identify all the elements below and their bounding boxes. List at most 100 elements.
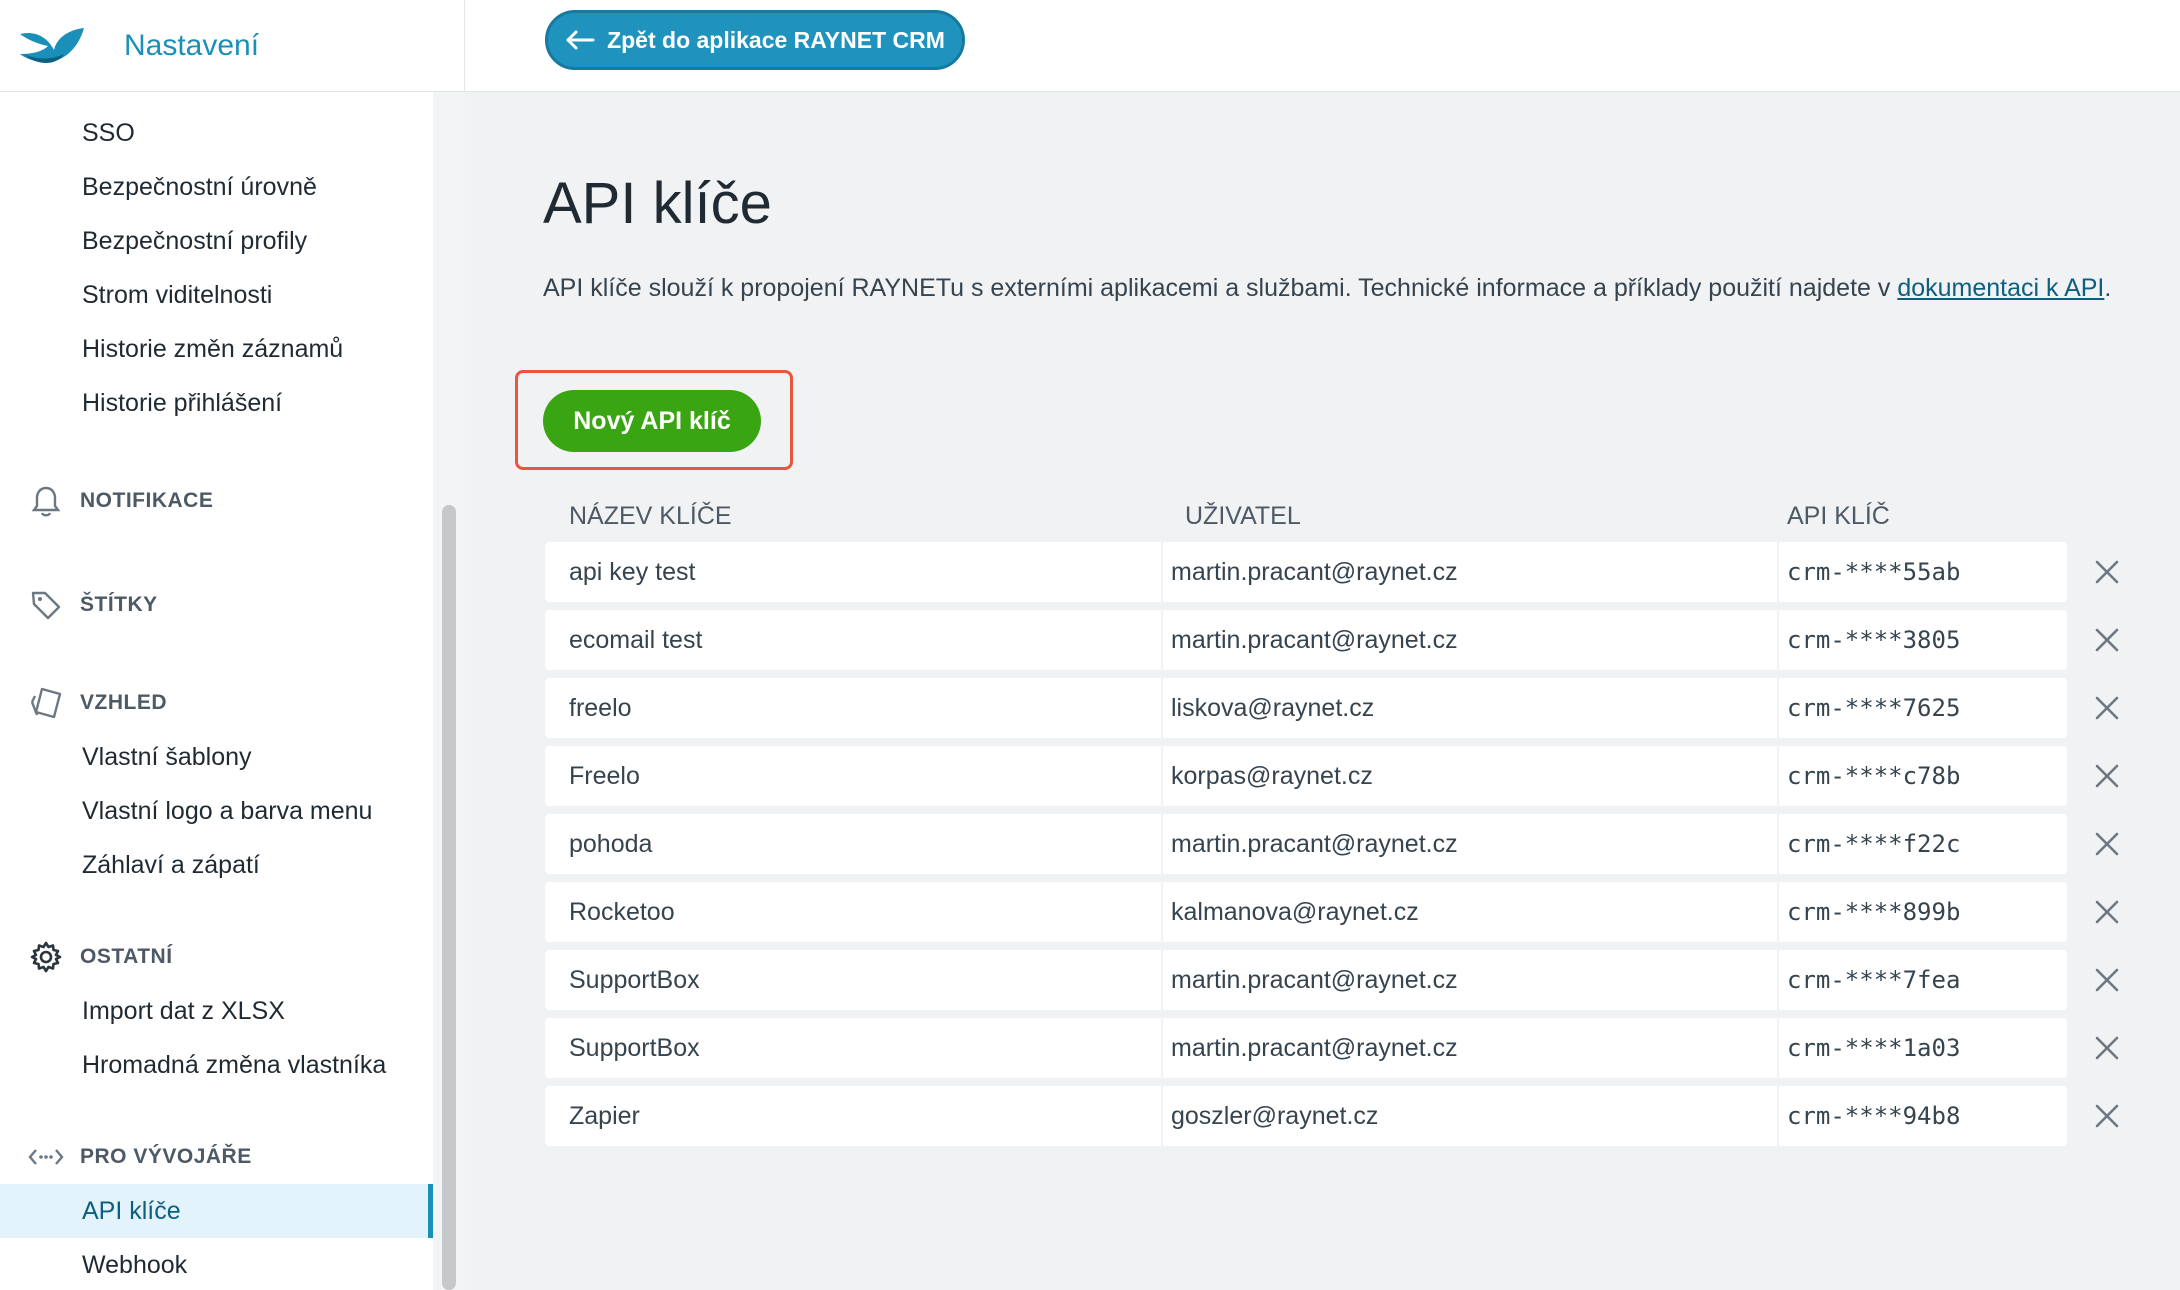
cell-api-key: crm-****c78b (1777, 746, 2067, 806)
sidebar-item-api-keys[interactable]: API klíče (82, 1191, 181, 1231)
api-docs-link[interactable]: dokumentaci k API (1897, 274, 2104, 302)
sidebar-item-custom-templates[interactable]: Vlastní šablony (82, 737, 252, 777)
delete-key-button[interactable] (2067, 678, 2147, 738)
tag-icon (28, 587, 64, 623)
gear-icon (28, 939, 64, 975)
cell-api-key: crm-****3805 (1777, 610, 2067, 670)
back-to-app-label: Zpět do aplikace RAYNET CRM (607, 26, 945, 53)
page-title: API klíče (543, 171, 772, 236)
palette-icon (28, 685, 64, 721)
sidebar-item-login-history[interactable]: Historie přihlášení (82, 383, 282, 423)
sidebar-section-ostatni[interactable]: OSTATNÍ (28, 937, 173, 977)
table-body: api key test martin.pracant@raynet.cz crm-… (545, 542, 2180, 1146)
table-row[interactable]: Freelo korpas@raynet.cz crm-****c78b (545, 746, 2180, 806)
sidebar-item-import-xlsx[interactable]: Import dat z XLSX (82, 991, 285, 1031)
cell-api-key: crm-****1a03 (1777, 1018, 2067, 1078)
sidebar-item-visibility-tree[interactable]: Strom viditelnosti (82, 275, 272, 315)
cell-user: martin.pracant@raynet.cz (1161, 542, 1777, 602)
delete-key-button[interactable] (2067, 950, 2147, 1010)
sidebar-active-indicator (428, 1184, 433, 1238)
table-row[interactable]: SupportBox martin.pracant@raynet.cz crm-**… (545, 1018, 2180, 1078)
topbar: Zpět do aplikace RAYNET CRM (465, 0, 2180, 92)
sidebar-item-webhook[interactable]: Webhook (82, 1245, 187, 1285)
sidebar-item-security-levels[interactable]: Bezpečnostní úrovně (82, 167, 317, 207)
sidebar-section-label: PRO VÝVOJÁŘE (80, 1145, 252, 1168)
sidebar-section-vyvojari[interactable]: PRO VÝVOJÁŘE (28, 1137, 252, 1177)
cell-api-key: crm-****7fea (1777, 950, 2067, 1010)
delete-key-button[interactable] (2067, 1018, 2147, 1078)
cell-user: korpas@raynet.cz (1161, 746, 1777, 806)
column-header-key: API KLÍČ (1787, 501, 1890, 530)
table-row[interactable]: pohoda martin.pracant@raynet.cz crm-****f2… (545, 814, 2180, 874)
code-icon (28, 1139, 64, 1175)
close-icon (2095, 764, 2119, 788)
table-header: NÁZEV KLÍČE UŽIVATEL API KLÍČ (545, 490, 2180, 542)
delete-key-button[interactable] (2067, 542, 2147, 602)
sidebar: Nastavení SSO Bezpečnostní úrovně Bezpeč… (0, 0, 465, 1290)
page-description-end: . (2104, 274, 2112, 302)
cell-key-name: SupportBox (545, 950, 1161, 1010)
close-icon (2095, 1104, 2119, 1128)
cell-user: martin.pracant@raynet.cz (1161, 814, 1777, 874)
close-icon (2095, 628, 2119, 652)
logo-icon[interactable] (18, 24, 90, 68)
cell-key-name: pohoda (545, 814, 1161, 874)
column-header-user: UŽIVATEL (1185, 501, 1301, 530)
sidebar-section-label: OSTATNÍ (80, 945, 173, 968)
sidebar-item-header-footer[interactable]: Záhlaví a zápatí (82, 845, 260, 885)
close-icon (2095, 832, 2119, 856)
delete-key-button[interactable] (2067, 1086, 2147, 1146)
delete-key-button[interactable] (2067, 814, 2147, 874)
table-row[interactable]: Zapier goszler@raynet.cz crm-****94b8 (545, 1086, 2180, 1146)
sidebar-section-label: ŠTÍTKY (80, 593, 158, 616)
sidebar-item-record-history[interactable]: Historie změn záznamů (82, 329, 343, 369)
cell-api-key: crm-****94b8 (1777, 1086, 2067, 1146)
back-to-app-button[interactable]: Zpět do aplikace RAYNET CRM (545, 10, 965, 70)
sidebar-section-vzhled[interactable]: VZHLED (28, 683, 167, 723)
table-row[interactable]: ecomail test martin.pracant@raynet.cz crm-… (545, 610, 2180, 670)
sidebar-header: Nastavení (0, 0, 464, 92)
cell-key-name: ecomail test (545, 610, 1161, 670)
sidebar-item-custom-logo[interactable]: Vlastní logo a barva menu (82, 791, 372, 831)
sidebar-section-stitky[interactable]: ŠTÍTKY (28, 585, 158, 625)
cell-key-name: api key test (545, 542, 1161, 602)
close-icon (2095, 968, 2119, 992)
cell-key-name: Zapier (545, 1086, 1161, 1146)
cell-key-name: Rocketoo (545, 882, 1161, 942)
sidebar-section-label: NOTIFIKACE (80, 489, 214, 512)
cell-user: martin.pracant@raynet.cz (1161, 610, 1777, 670)
sidebar-item-bulk-owner-change[interactable]: Hromadná změna vlastníka (82, 1045, 386, 1085)
new-api-key-button[interactable]: Nový API klíč (543, 390, 761, 452)
cell-user: liskova@raynet.cz (1161, 678, 1777, 738)
sidebar-scrollbar-thumb[interactable] (442, 505, 456, 1290)
cell-user: kalmanova@raynet.cz (1161, 882, 1777, 942)
sidebar-active-highlight (0, 1184, 433, 1238)
app-root: Nastavení SSO Bezpečnostní úrovně Bezpeč… (0, 0, 2180, 1290)
page-description: API klíče slouží k propojení RAYNETu s e… (543, 274, 2111, 303)
table-row[interactable]: freelo liskova@raynet.cz crm-****7625 (545, 678, 2180, 738)
cell-api-key: crm-****7625 (1777, 678, 2067, 738)
cell-key-name: SupportBox (545, 1018, 1161, 1078)
sidebar-item-security-profiles[interactable]: Bezpečnostní profily (82, 221, 307, 261)
table-row[interactable]: SupportBox martin.pracant@raynet.cz crm-**… (545, 950, 2180, 1010)
table-row[interactable]: api key test martin.pracant@raynet.cz crm-… (545, 542, 2180, 602)
page-description-text: API klíče slouží k propojení RAYNETu s e… (543, 274, 1898, 302)
sidebar-item-sso[interactable]: SSO (82, 113, 135, 153)
app-title: Nastavení (124, 28, 260, 62)
cell-key-name: Freelo (545, 746, 1161, 806)
main-content: API klíče API klíče slouží k propojení R… (465, 92, 2180, 1290)
delete-key-button[interactable] (2067, 882, 2147, 942)
bell-icon (28, 483, 64, 519)
close-icon (2095, 1036, 2119, 1060)
sidebar-section-notifikace[interactable]: NOTIFIKACE (28, 481, 213, 521)
arrow-left-icon (566, 30, 595, 50)
delete-key-button[interactable] (2067, 746, 2147, 806)
table-row[interactable]: Rocketoo kalmanova@raynet.cz crm-****899b (545, 882, 2180, 942)
cell-user: martin.pracant@raynet.cz (1161, 1018, 1777, 1078)
delete-key-button[interactable] (2067, 610, 2147, 670)
cell-api-key: crm-****f22c (1777, 814, 2067, 874)
api-keys-table: NÁZEV KLÍČE UŽIVATEL API KLÍČ api key te… (545, 490, 2180, 1154)
cell-key-name: freelo (545, 678, 1161, 738)
cell-api-key: crm-****55ab (1777, 542, 2067, 602)
column-header-name: NÁZEV KLÍČE (569, 501, 732, 530)
